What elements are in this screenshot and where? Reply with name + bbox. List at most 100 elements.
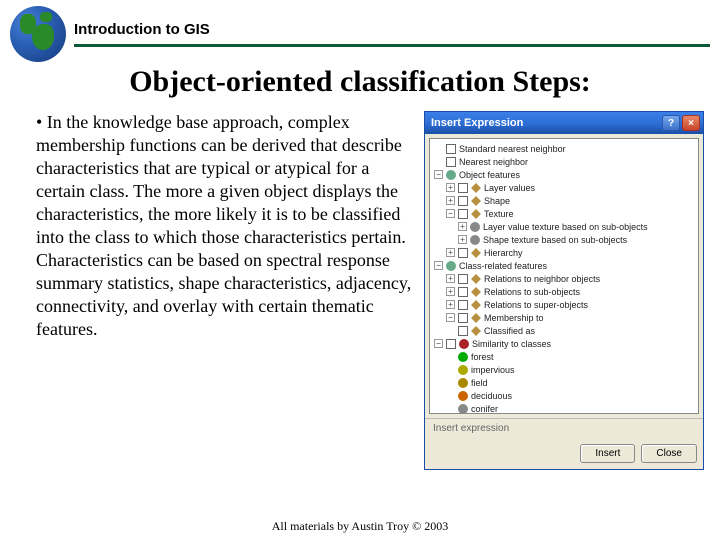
dialog-title: Insert Expression xyxy=(431,117,523,129)
checkbox-icon[interactable] xyxy=(458,313,468,323)
bullet-text: • In the knowledge base approach, comple… xyxy=(36,111,412,470)
tree-node[interactable]: − Texture xyxy=(432,207,696,220)
tree-label: Nearest neighbor xyxy=(459,157,528,167)
tree-node[interactable]: Classified as xyxy=(432,324,696,337)
tree-node[interactable]: deciduous xyxy=(432,389,696,402)
tree-node[interactable]: − Object features xyxy=(432,168,696,181)
expand-icon[interactable]: − xyxy=(446,209,455,218)
dialog-titlebar[interactable]: Insert Expression ? × xyxy=(425,112,703,134)
tree-label: Relations to neighbor objects xyxy=(484,274,600,284)
checkbox-icon[interactable] xyxy=(458,300,468,310)
tree-label: Classified as xyxy=(484,326,535,336)
expand-icon[interactable]: − xyxy=(434,339,443,348)
diamond-icon xyxy=(471,287,481,297)
expand-icon[interactable]: + xyxy=(446,248,455,257)
expand-icon[interactable]: + xyxy=(446,287,455,296)
slide-header: Introduction to GIS xyxy=(0,0,720,62)
tree-node[interactable]: + Layer value texture based on sub-object… xyxy=(432,220,696,233)
checkbox-icon[interactable] xyxy=(458,196,468,206)
close-icon[interactable]: × xyxy=(682,115,700,131)
slide-title: Object-oriented classification Steps: xyxy=(20,65,700,99)
checkbox-icon[interactable] xyxy=(458,287,468,297)
tree-node[interactable]: + Shape xyxy=(432,194,696,207)
header-title: Introduction to GIS xyxy=(74,21,210,48)
tree-node[interactable]: + Shape texture based on sub-objects xyxy=(432,233,696,246)
tree-label: Class-related features xyxy=(459,261,547,271)
tree-label: Layer value texture based on sub-objects xyxy=(483,222,648,232)
tree-label: deciduous xyxy=(471,391,512,401)
insert-button[interactable]: Insert xyxy=(580,444,635,463)
tree-node[interactable]: Standard nearest neighbor xyxy=(432,142,696,155)
tree-label: Layer values xyxy=(484,183,535,193)
help-button[interactable]: ? xyxy=(662,115,680,131)
tree-node[interactable]: field xyxy=(432,376,696,389)
expand-icon[interactable]: + xyxy=(446,183,455,192)
expand-icon[interactable]: + xyxy=(446,274,455,283)
tree-node[interactable]: − Membership to xyxy=(432,311,696,324)
tree-node[interactable]: + Layer values xyxy=(432,181,696,194)
circle-icon xyxy=(458,391,468,401)
checkbox-icon[interactable] xyxy=(458,326,468,336)
tree-node[interactable]: forest xyxy=(432,350,696,363)
circle-icon xyxy=(446,170,456,180)
circle-icon xyxy=(458,404,468,414)
tree-label: Hierarchy xyxy=(484,248,523,258)
tree-node[interactable]: + Relations to neighbor objects xyxy=(432,272,696,285)
diamond-icon xyxy=(471,313,481,323)
diamond-icon xyxy=(471,248,481,258)
tree-node[interactable]: conifer xyxy=(432,402,696,414)
expand-icon[interactable]: + xyxy=(458,235,467,244)
tree-node[interactable]: + Hierarchy xyxy=(432,246,696,259)
expand-icon[interactable]: − xyxy=(434,170,443,179)
close-button[interactable]: Close xyxy=(641,444,697,463)
status-label: Insert expression xyxy=(425,418,703,438)
checkbox-icon[interactable] xyxy=(458,209,468,219)
tree-label: impervious xyxy=(471,365,515,375)
diamond-icon xyxy=(471,326,481,336)
footer-text: All materials by Austin Troy © 2003 xyxy=(0,519,720,534)
tree-node[interactable]: + Relations to super-objects xyxy=(432,298,696,311)
tree-label: Shape texture based on sub-objects xyxy=(483,235,627,245)
checkbox-icon[interactable] xyxy=(446,157,456,167)
tree-node[interactable]: + Relations to sub-objects xyxy=(432,285,696,298)
diamond-icon xyxy=(471,209,481,219)
circle-icon xyxy=(458,378,468,388)
feature-tree[interactable]: Standard nearest neighbor Nearest neighbo… xyxy=(429,138,699,414)
tree-node[interactable]: Nearest neighbor xyxy=(432,155,696,168)
checkbox-icon[interactable] xyxy=(446,144,456,154)
diamond-icon xyxy=(471,274,481,284)
tree-node[interactable]: − Class-related features xyxy=(432,259,696,272)
circle-icon xyxy=(458,365,468,375)
globe-icon xyxy=(10,6,66,62)
tree-node[interactable]: impervious xyxy=(432,363,696,376)
tree-label: Membership to xyxy=(484,313,544,323)
tree-label: Relations to super-objects xyxy=(484,300,588,310)
diamond-icon xyxy=(471,183,481,193)
tree-label: Texture xyxy=(484,209,514,219)
expand-icon[interactable]: − xyxy=(446,313,455,322)
checkbox-icon[interactable] xyxy=(458,248,468,258)
checkbox-icon[interactable] xyxy=(458,183,468,193)
checkbox-icon[interactable] xyxy=(458,274,468,284)
tree-label: Object features xyxy=(459,170,520,180)
circle-icon xyxy=(470,222,480,232)
tree-node[interactable]: − Similarity to classes xyxy=(432,337,696,350)
expand-icon[interactable]: + xyxy=(458,222,467,231)
circle-icon xyxy=(470,235,480,245)
tree-label: forest xyxy=(471,352,494,362)
insert-expression-dialog: Insert Expression ? × Standard nearest n… xyxy=(424,111,704,470)
diamond-icon xyxy=(471,300,481,310)
circle-icon xyxy=(459,339,469,349)
checkbox-icon[interactable] xyxy=(446,339,456,349)
expand-icon[interactable]: − xyxy=(434,261,443,270)
diamond-icon xyxy=(471,196,481,206)
circle-icon xyxy=(446,261,456,271)
tree-label: Shape xyxy=(484,196,510,206)
expand-icon[interactable]: + xyxy=(446,196,455,205)
tree-label: Relations to sub-objects xyxy=(484,287,580,297)
tree-label: Standard nearest neighbor xyxy=(459,144,566,154)
circle-icon xyxy=(458,352,468,362)
tree-label: field xyxy=(471,378,488,388)
expand-icon[interactable]: + xyxy=(446,300,455,309)
tree-label: Similarity to classes xyxy=(472,339,551,349)
